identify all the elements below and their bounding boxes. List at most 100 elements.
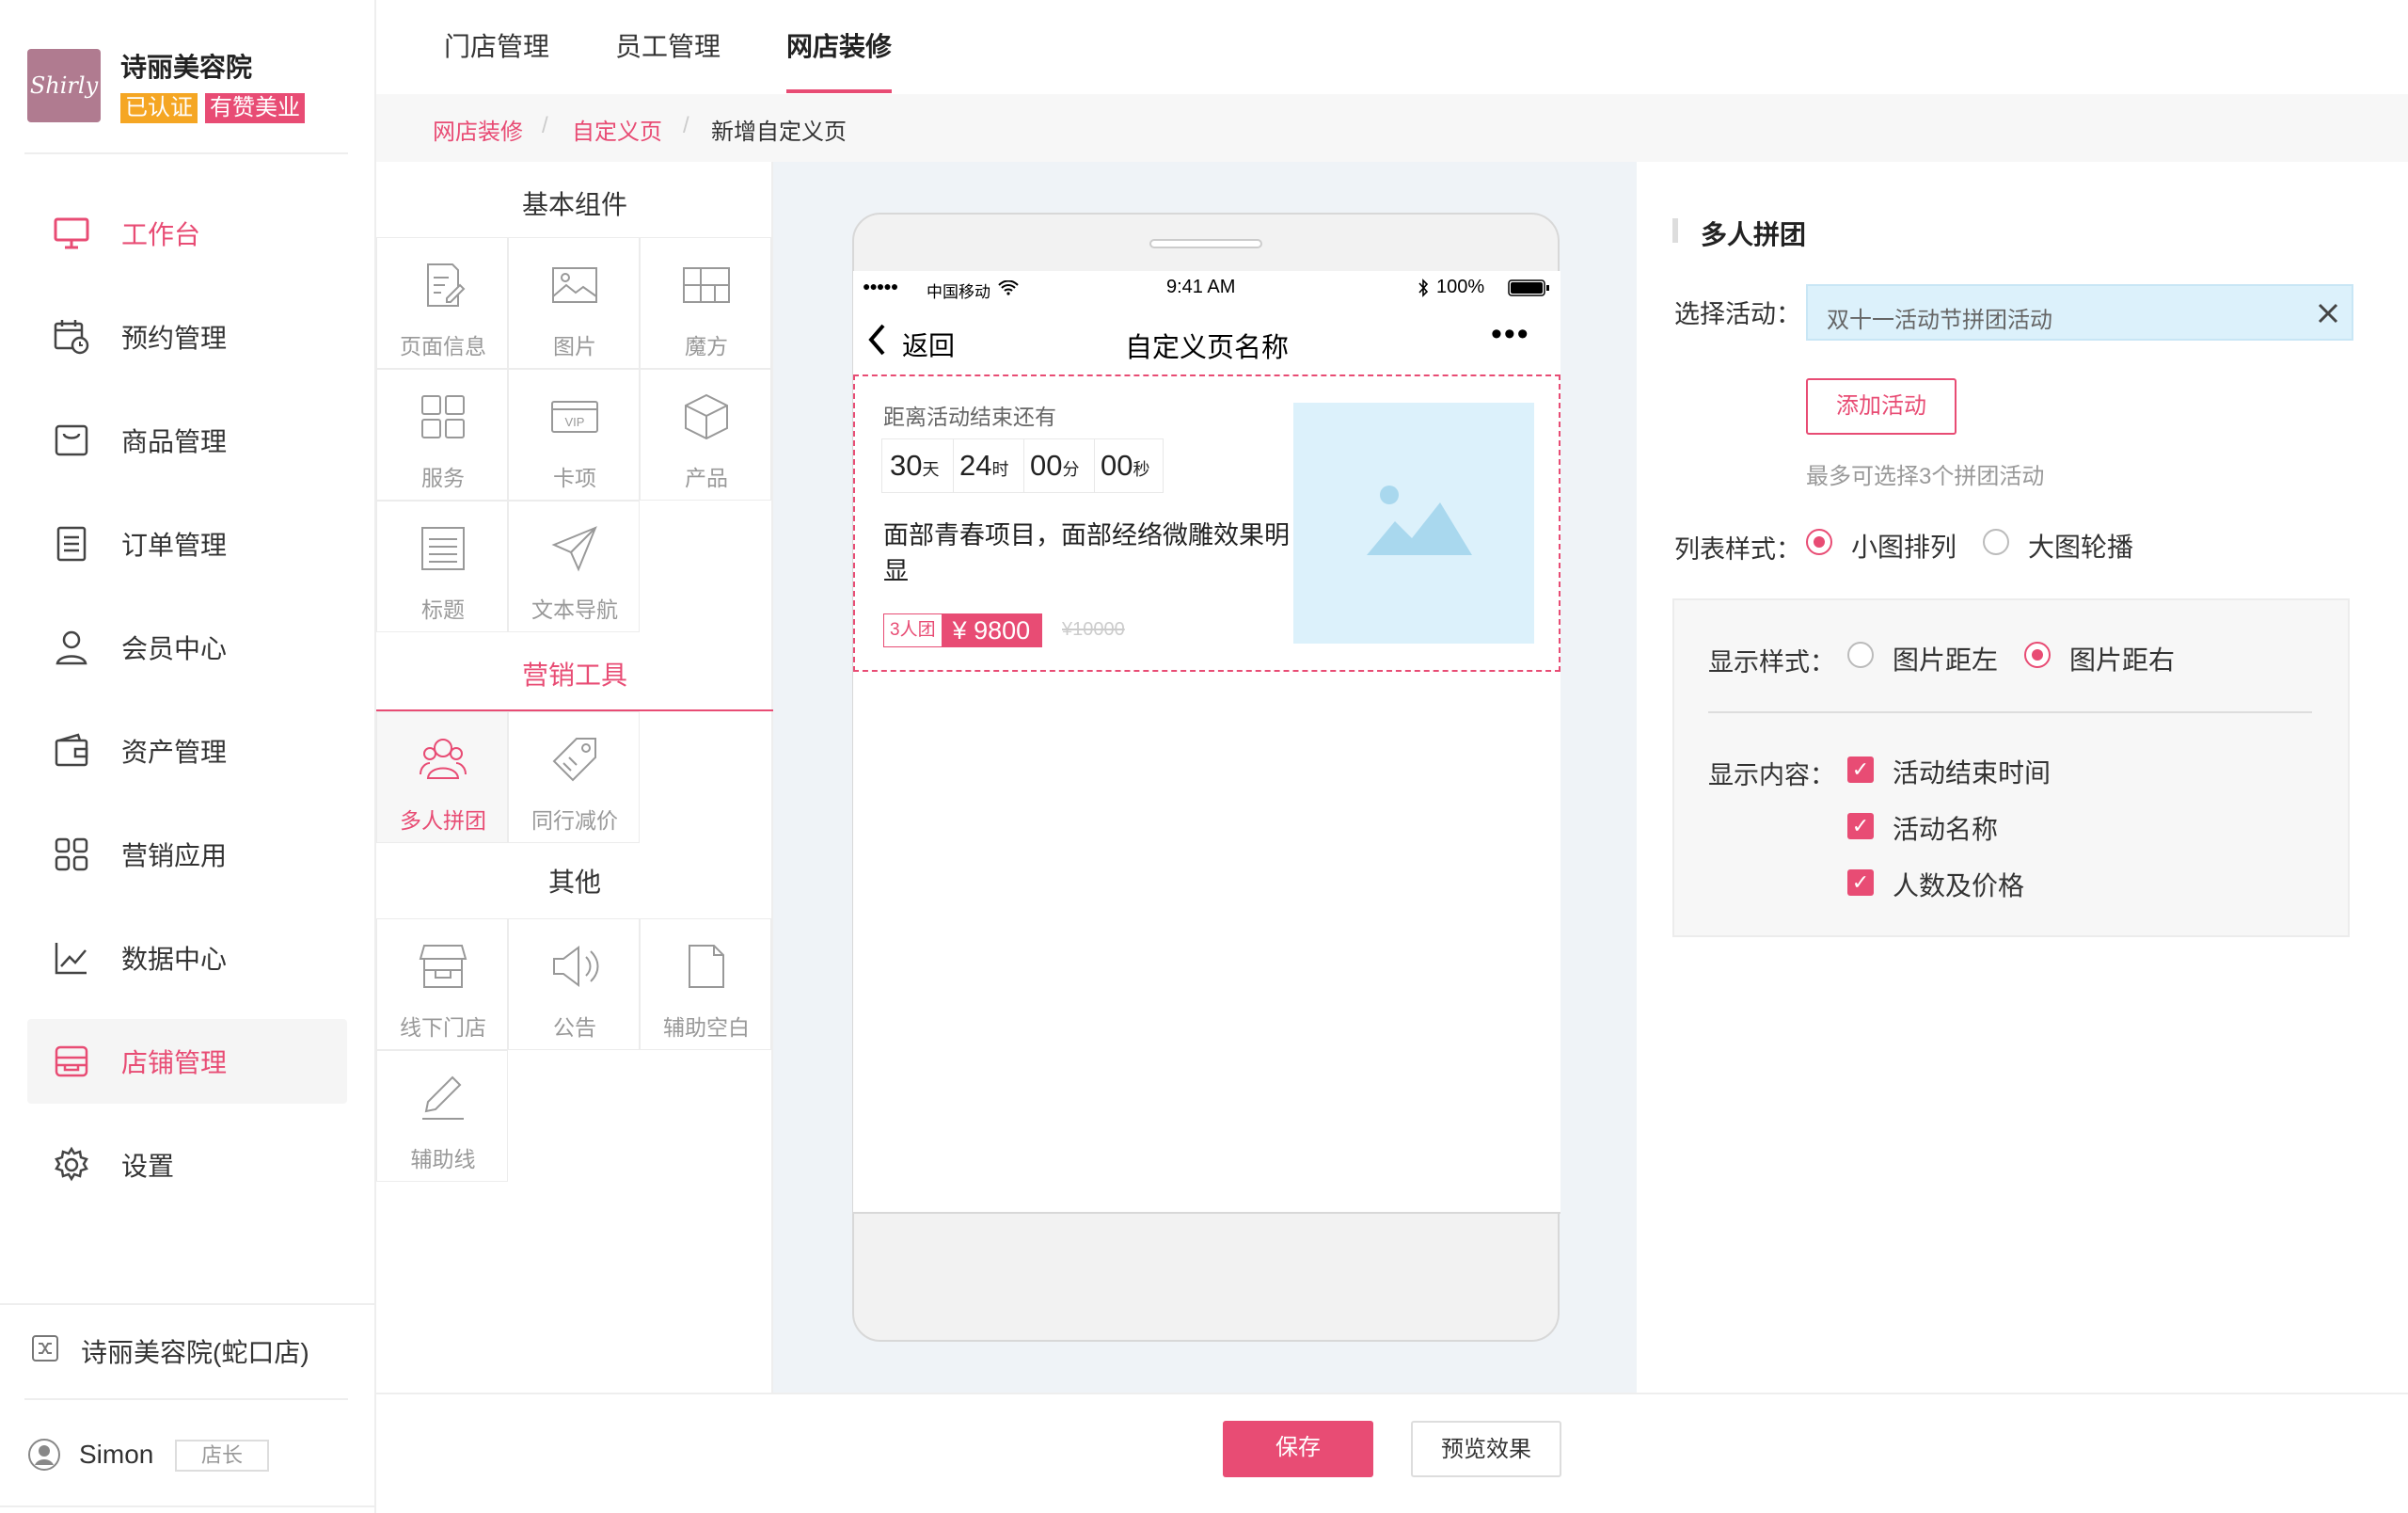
sidebar: Shirly 诗丽美容院 已认证 有赞美业 工作台 预约管理 商品管理 订单管理… — [0, 0, 376, 1513]
component-image[interactable]: 图片 — [508, 237, 640, 369]
selected-activity-field[interactable]: 双十一活动节拼团活动 — [1806, 284, 2353, 341]
image-left-label[interactable]: 图片距左 — [1893, 640, 1998, 677]
divider — [1023, 439, 1024, 492]
component-spacer[interactable]: 辅助空白 — [640, 918, 771, 1050]
tab-staff-management[interactable]: 员工管理 — [615, 26, 721, 64]
component-group-buy[interactable]: 多人拼团 — [376, 711, 508, 843]
component-text-nav[interactable]: 文本导航 — [508, 501, 640, 632]
component-title[interactable]: 标题 — [376, 501, 508, 632]
list-style-carousel-radio[interactable] — [1983, 529, 2009, 555]
sidebar-item-label: 资产管理 — [121, 738, 228, 767]
box-icon — [685, 393, 728, 440]
component-label: 图片 — [553, 334, 596, 358]
divider — [376, 1393, 2408, 1394]
component-label: 线下门店 — [400, 1015, 486, 1040]
component-peer-discount[interactable]: 同行减价 — [508, 711, 640, 843]
component-announcement[interactable]: 公告 — [508, 918, 640, 1050]
blank-page-icon — [689, 945, 724, 988]
sidebar-item-members[interactable]: 会员中心 — [27, 605, 347, 690]
price-row: 3人团 ¥ 9800 — [883, 613, 1043, 647]
sidebar-item-label: 工作台 — [121, 220, 201, 249]
component-label: 多人拼团 — [400, 808, 486, 833]
breadcrumb-item[interactable]: 网店装修 — [433, 113, 523, 146]
more-icon[interactable]: ••• — [1491, 316, 1530, 353]
speaker-icon — [553, 946, 599, 987]
wallet-icon — [55, 733, 88, 767]
list-style-small-radio[interactable] — [1806, 529, 1832, 555]
list-style-carousel-label[interactable]: 大图轮播 — [2028, 527, 2133, 565]
sidebar-item-products[interactable]: 商品管理 — [27, 398, 347, 483]
component-service[interactable]: 服务 — [376, 369, 508, 501]
clock: 9:41 AM — [1166, 277, 1236, 297]
end-time-label[interactable]: 活动结束时间 — [1893, 753, 2051, 790]
component-product[interactable]: 产品 — [640, 369, 771, 501]
tab-shop-decoration[interactable]: 网店装修 — [786, 26, 892, 64]
divider — [1708, 711, 2312, 713]
list-style-small-label[interactable]: 小图排列 — [1851, 527, 1956, 565]
end-time-checkbox[interactable]: ✓ — [1847, 756, 1874, 783]
component-divider-line[interactable]: 辅助线 — [376, 1050, 508, 1182]
countdown-days: 30天 — [890, 449, 940, 482]
component-magic-cube[interactable]: 魔方 — [640, 237, 771, 369]
order-list-icon — [56, 526, 87, 562]
component-page-info[interactable]: 页面信息 — [376, 237, 508, 369]
preview-button[interactable]: 预览效果 — [1411, 1421, 1561, 1477]
sidebar-item-marketing[interactable]: 营销应用 — [27, 812, 347, 897]
calendar-clock-icon — [54, 320, 89, 355]
activity-name-label[interactable]: 活动名称 — [1893, 809, 1998, 847]
partner-badge: 有赞美业 — [205, 93, 305, 123]
bag-icon — [55, 424, 88, 456]
avatar — [28, 1439, 60, 1471]
save-button[interactable]: 保存 — [1223, 1421, 1373, 1477]
close-icon[interactable] — [2316, 301, 2340, 326]
group-size-tag: 3人团 — [884, 614, 942, 646]
countdown-hours: 24时 — [959, 449, 1009, 482]
image-right-radio[interactable] — [2024, 642, 2051, 668]
component-label: 文本导航 — [531, 597, 618, 622]
battery-icon — [1508, 279, 1549, 296]
component-offline-store[interactable]: 线下门店 — [376, 918, 508, 1050]
breadcrumb-item[interactable]: 自定义页 — [572, 113, 662, 146]
add-activity-button[interactable]: 添加活动 — [1806, 378, 1956, 435]
activity-image-placeholder — [1293, 403, 1534, 644]
image-left-radio[interactable] — [1847, 642, 1874, 668]
select-activity-label: 选择活动： — [1674, 300, 1801, 328]
activity-limit-hint: 最多可选择3个拼团活动 — [1806, 464, 2045, 489]
sidebar-item-settings[interactable]: 设置 — [27, 1123, 347, 1207]
divider — [0, 1505, 376, 1507]
display-content-label: 显示内容： — [1708, 761, 1835, 789]
countdown-seconds: 00秒 — [1101, 449, 1150, 482]
group-buy-card[interactable]: 距离活动结束还有 30天 24时 00分 00秒 面部青春项目，面部经络微雕效果… — [853, 374, 1560, 672]
sidebar-item-appointments[interactable]: 预约管理 — [27, 295, 347, 379]
activity-name-checkbox[interactable]: ✓ — [1847, 813, 1874, 839]
sidebar-item-label: 营销应用 — [121, 841, 228, 870]
group-size-price-label[interactable]: 人数及价格 — [1893, 866, 2024, 903]
phone-speaker — [1149, 239, 1262, 248]
sidebar-item-assets[interactable]: 资产管理 — [27, 709, 347, 793]
gear-icon — [55, 1146, 88, 1182]
divider — [953, 439, 954, 492]
component-label: 公告 — [553, 1015, 596, 1040]
divider — [1094, 439, 1095, 492]
battery-percent: 100% — [1436, 277, 1485, 297]
sidebar-item-store-management[interactable]: 店铺管理 — [27, 1019, 347, 1104]
component-label: 辅助空白 — [663, 1015, 750, 1040]
component-card[interactable]: VIP 卡项 — [508, 369, 640, 501]
navigation-icon — [551, 526, 597, 572]
tab-store-management[interactable]: 门店管理 — [444, 26, 549, 64]
sidebar-item-data[interactable]: 数据中心 — [27, 916, 347, 1000]
image-right-label[interactable]: 图片距右 — [2069, 640, 2175, 677]
branch-switcher[interactable]: 诗丽美容院(蛇口店) — [0, 1312, 376, 1387]
svg-text:VIP: VIP — [565, 415, 585, 429]
group-size-price-checkbox[interactable]: ✓ — [1847, 869, 1874, 896]
component-label: 同行减价 — [531, 808, 618, 833]
sidebar-item-workbench[interactable]: 工作台 — [27, 191, 347, 276]
pencil-line-icon — [422, 1075, 464, 1120]
section-marker — [1672, 218, 1678, 243]
cube-layout-icon — [683, 267, 730, 303]
sidebar-item-orders[interactable]: 订单管理 — [27, 502, 347, 586]
group-price: ¥ 9800 — [941, 614, 1042, 646]
divider — [24, 152, 348, 154]
marketing-tools-title: 营销工具 — [521, 661, 627, 690]
phone-screen: ●●●●● 中国移动 9:41 AM 100% 返回 自定义页名称 ••• 距离… — [853, 271, 1560, 1212]
